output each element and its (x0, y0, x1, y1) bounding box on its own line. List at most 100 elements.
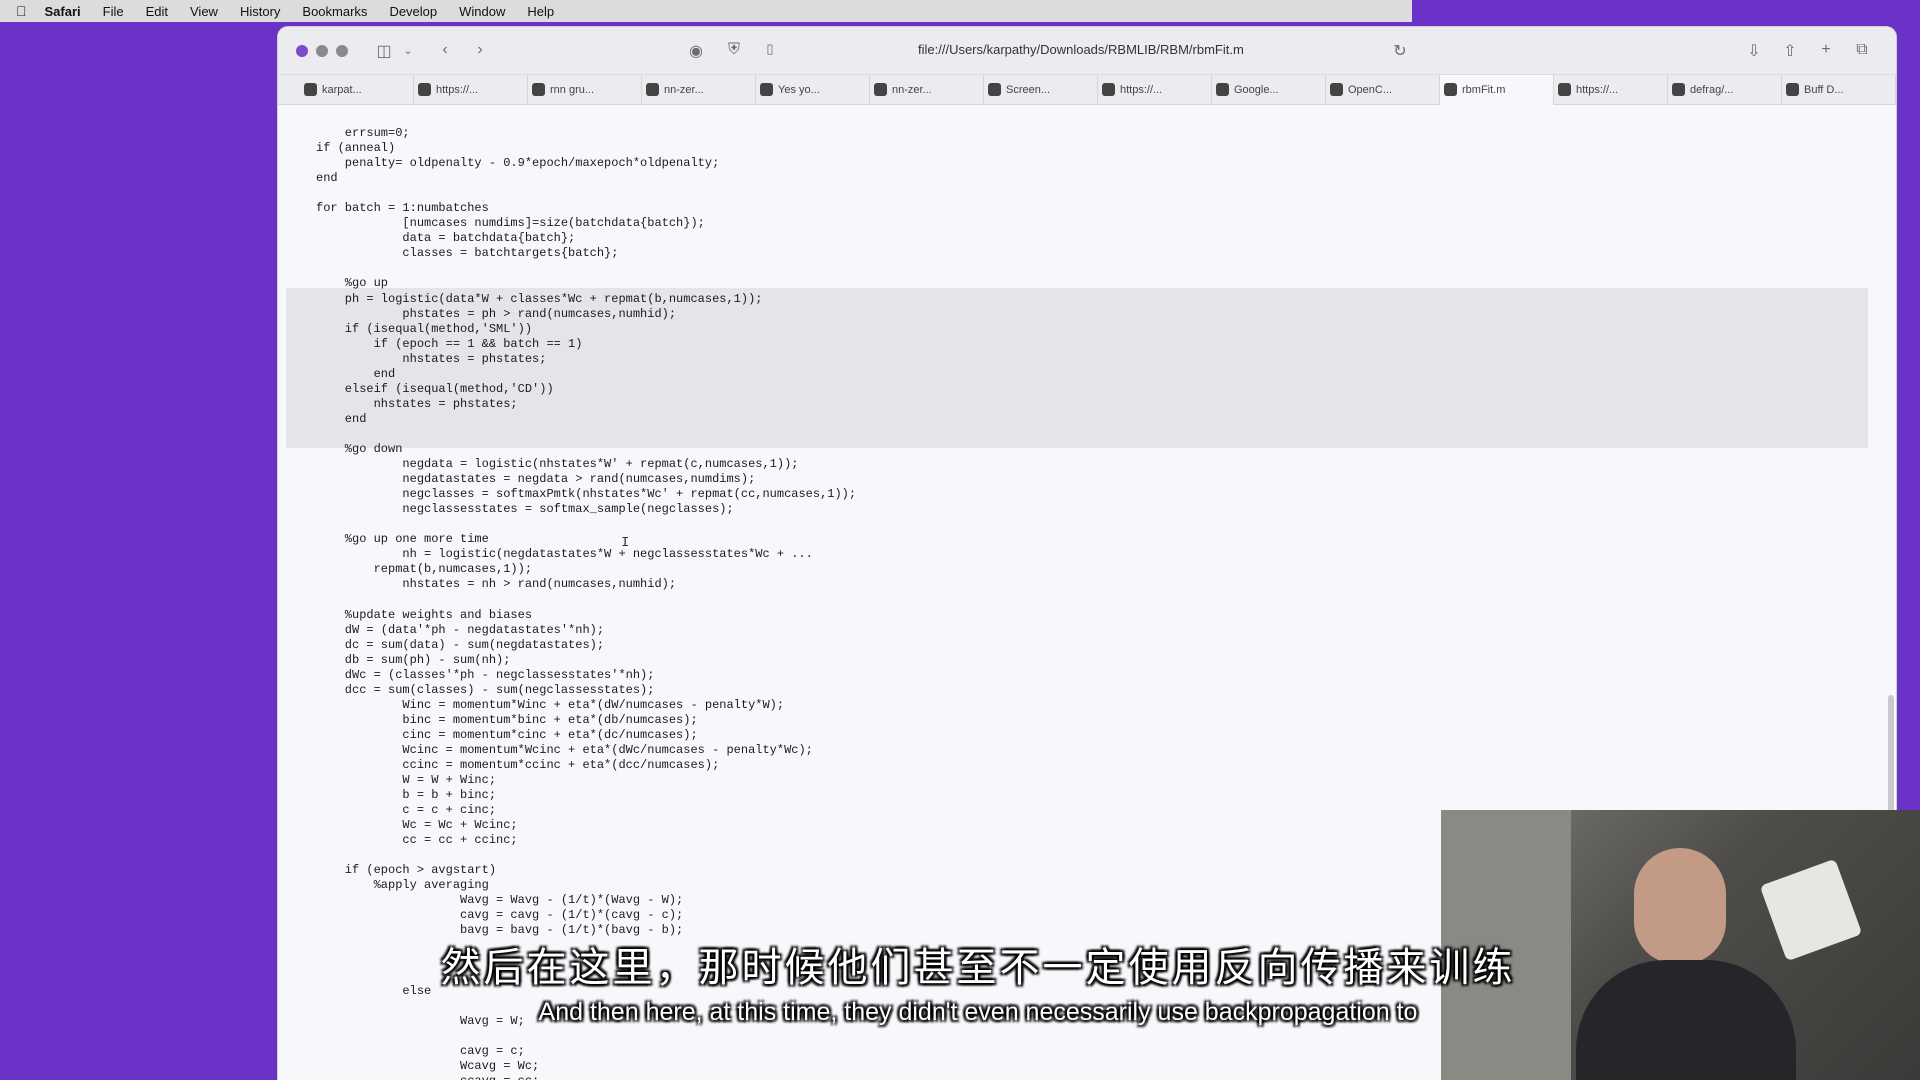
code-line: end (316, 411, 367, 426)
tab-13[interactable]: Buff D... (1782, 74, 1896, 105)
sidebar-toggle-icon[interactable]: ◫ (374, 41, 394, 61)
back-icon[interactable]: ‹ (435, 41, 455, 59)
code-line: dcc = sum(classes) - sum(negclassesstate… (316, 682, 655, 697)
menu-develop[interactable]: Develop (389, 4, 437, 19)
code-line: dWc = (classes'*ph - negclassesstates'*n… (316, 667, 655, 682)
code-line: cavg = cavg - (1/t)*(cavg - c); (316, 908, 684, 923)
code-line: cavg = c; (316, 1043, 525, 1058)
tab-label: nn-zer... (664, 83, 704, 96)
github-icon (1672, 83, 1685, 96)
code-line: %go up one more time (316, 532, 489, 547)
code-line: Winc = momentum*Winc + eta*(dW/numcases … (316, 697, 785, 712)
window-controls (296, 44, 348, 57)
downloads-icon[interactable]: ⇩ (1744, 41, 1764, 61)
zoom-window-button[interactable] (336, 44, 348, 57)
tab-label: Screen... (1006, 83, 1051, 96)
code-line: nhstates = phstates; (316, 351, 547, 366)
code-line: %update weights and biases (316, 607, 533, 622)
page-icon (1786, 83, 1799, 96)
tab-overview-icon[interactable]: ⧉ (1852, 41, 1872, 59)
tab-11[interactable]: https://... (1554, 74, 1668, 105)
code-line: Wcinc = momentum*Wcinc + eta*(dWc/numcas… (316, 742, 813, 757)
code-line: db = sum(ph) - sum(nh); (316, 652, 511, 667)
text-cursor-icon: I (621, 535, 630, 551)
menu-history[interactable]: History (240, 4, 280, 19)
code-line: if (epoch > avgstart) (316, 863, 497, 878)
code-line: penalty= oldpenalty - 0.9*epoch/maxepoch… (316, 156, 720, 171)
tab-label: rnn gru... (550, 83, 595, 96)
tab-label: Google... (1234, 83, 1279, 96)
tab-6[interactable]: Screen... (984, 74, 1098, 105)
page-icon (1558, 83, 1571, 96)
subtitle-chinese: 然后在这里，那时候他们甚至不一定使用反向传播来训练 (440, 945, 1516, 991)
code-line: Wc = Wc + Wcinc; (316, 818, 518, 833)
menu-window[interactable]: Window (459, 4, 505, 19)
code-line: cc = cc + ccinc; (316, 833, 518, 848)
tab-8[interactable]: Google... (1212, 74, 1326, 105)
address-bar[interactable]: file:///Users/karpathy/Downloads/RBMLIB/… (918, 42, 1244, 57)
chevron-down-icon[interactable]: ⌄ (398, 44, 418, 57)
apple-menu-icon[interactable]:  (16, 3, 27, 19)
s-icon (1102, 83, 1115, 96)
shield-icon[interactable]: ⛨ (724, 41, 744, 59)
code-line: elseif (isequal(method,'CD')) (316, 381, 554, 396)
privacy-report-icon[interactable]: ◉ (686, 41, 706, 61)
tab-label: Buff D... (1804, 83, 1844, 96)
menu-file[interactable]: File (103, 4, 124, 19)
code-line: ph = logistic(data*W + classes*Wc + repm… (316, 291, 763, 306)
tab-label: rbmFit.m (1462, 83, 1506, 96)
scrollbar-thumb[interactable] (1888, 695, 1894, 815)
menu-edit[interactable]: Edit (146, 4, 168, 19)
menu-bar:  Safari File Edit View History Bookmark… (0, 0, 1920, 22)
code-line: repmat(b,numcases,1)); (316, 562, 533, 577)
code-line: if (isequal(method,'SML')) (316, 321, 533, 336)
tab-label: OpenC... (1348, 83, 1393, 96)
menu-app-name[interactable]: Safari (45, 4, 81, 19)
tab-5[interactable]: nn-zer... (870, 74, 984, 105)
page-icon (418, 83, 431, 96)
tab-1[interactable]: https://... (414, 74, 528, 105)
new-tab-icon[interactable]: + (1816, 41, 1836, 59)
code-line: %go up (316, 276, 389, 291)
code-line: [numcases numdims]=size(batchdata{batch}… (316, 216, 705, 231)
code-line: b = b + binc; (316, 788, 497, 803)
reader-icon[interactable]: ▯ (760, 41, 780, 57)
minimize-window-button[interactable] (316, 44, 328, 57)
code-line: if (anneal) (316, 141, 396, 156)
code-line: ccinc = momentum*ccinc + eta*(dcc/numcas… (316, 757, 720, 772)
page-icon (1330, 83, 1343, 96)
code-line: W = W + Winc; (316, 773, 497, 788)
close-window-button[interactable] (296, 44, 308, 57)
code-line: cinc = momentum*cinc + eta*(dc/numcases)… (316, 727, 698, 742)
menu-bookmarks[interactable]: Bookmarks (302, 4, 367, 19)
tab-12[interactable]: defrag/... (1668, 74, 1782, 105)
tab-label: https://... (1120, 83, 1163, 96)
compass-icon (1444, 83, 1457, 96)
tab-label: nn-zer... (892, 83, 932, 96)
code-line: binc = momentum*binc + eta*(db/numcases)… (316, 712, 698, 727)
google-icon (532, 83, 545, 96)
reload-icon[interactable]: ↻ (1390, 41, 1410, 61)
tab-2[interactable]: rnn gru... (528, 74, 642, 105)
tab-4[interactable]: Yes yo... (756, 74, 870, 105)
tab-3[interactable]: nn-zer... (642, 74, 756, 105)
tab-9[interactable]: OpenC... (1326, 74, 1440, 105)
menu-view[interactable]: View (190, 4, 218, 19)
code-line: end (316, 171, 338, 186)
code-line: Wcavg = Wc; (316, 1058, 540, 1073)
code-line: negdata = logistic(nhstates*W' + repmat(… (316, 457, 799, 472)
tab-label: Yes yo... (778, 83, 820, 96)
code-line: %apply averaging (316, 878, 489, 893)
code-line: %go down (316, 441, 403, 456)
tab-0[interactable]: karpat... (300, 74, 414, 105)
menu-help[interactable]: Help (527, 4, 554, 19)
share-icon[interactable]: ⇧ (1780, 41, 1800, 61)
tab-7[interactable]: https://... (1098, 74, 1212, 105)
tab-10[interactable]: rbmFit.m (1440, 74, 1554, 105)
forward-icon[interactable]: › (470, 41, 490, 59)
compass-icon (988, 83, 1001, 96)
